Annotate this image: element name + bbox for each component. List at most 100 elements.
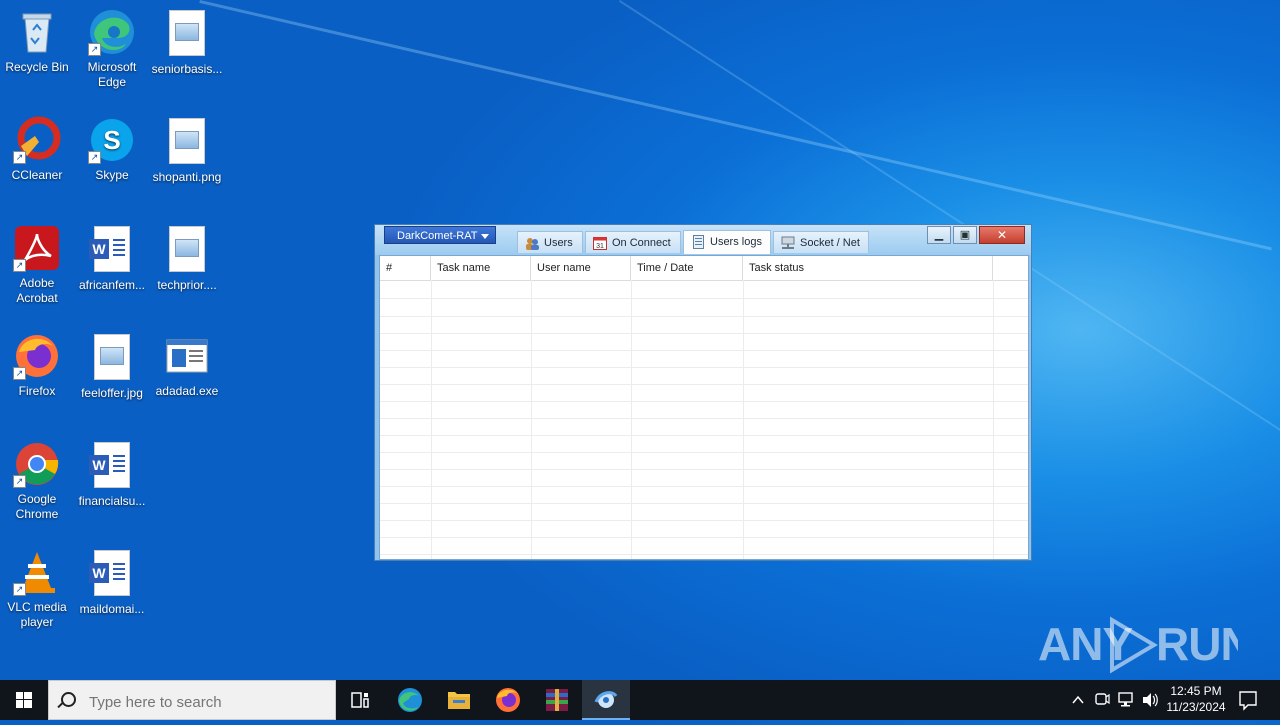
chrome-icon: ↗ xyxy=(13,440,61,488)
column-header-number[interactable]: # xyxy=(380,256,431,280)
desktop-icon-maildomai[interactable]: W maildomai... xyxy=(74,548,150,617)
minimize-button[interactable]: ▁ xyxy=(927,226,951,244)
action-center-button[interactable] xyxy=(1236,680,1260,720)
taskbar-edge[interactable] xyxy=(386,680,434,720)
shortcut-arrow-icon: ↗ xyxy=(13,151,26,164)
desktop-icon-label: CCleaner xyxy=(11,168,63,182)
tab-on-connect[interactable]: 31 On Connect xyxy=(585,231,681,253)
word-document-icon: W xyxy=(88,550,136,598)
table-row[interactable] xyxy=(380,316,1028,334)
desktop-icon-adadad-exe[interactable]: adadad.exe xyxy=(149,332,225,399)
users-logs-table[interactable]: # Task name User name Time / Date Task s… xyxy=(379,255,1029,560)
table-row[interactable] xyxy=(380,333,1028,351)
dropdown-label: DarkComet-RAT xyxy=(397,230,478,242)
shortcut-arrow-icon: ↗ xyxy=(13,259,26,272)
minimize-icon: ▁ xyxy=(934,229,944,241)
table-row[interactable] xyxy=(380,520,1028,538)
taskbar-firefox[interactable] xyxy=(484,680,532,720)
desktop-icon-google-chrome[interactable]: ↗ Google Chrome xyxy=(0,440,75,522)
column-header-user-name[interactable]: User name xyxy=(531,256,631,280)
edge-icon: ↗ xyxy=(88,8,136,56)
calendar-icon: 31 xyxy=(593,236,607,250)
acrobat-icon: ↗ xyxy=(13,224,61,272)
network-icon xyxy=(1118,692,1133,707)
search-input[interactable] xyxy=(87,690,331,714)
shortcut-arrow-icon: ↗ xyxy=(88,43,101,56)
table-row[interactable] xyxy=(380,299,1028,317)
table-row[interactable] xyxy=(380,537,1028,555)
table-row[interactable] xyxy=(380,503,1028,521)
taskbar-winrar[interactable] xyxy=(533,680,581,720)
desktop-icon-ccleaner[interactable]: ↗ CCleaner xyxy=(0,116,75,183)
desktop-icon-label: feeloffer.jpg xyxy=(81,386,143,400)
vlc-icon: ↗ xyxy=(13,548,61,596)
tray-meet-now[interactable] xyxy=(1092,680,1112,720)
table-row[interactable] xyxy=(380,384,1028,402)
tab-label: On Connect xyxy=(612,237,671,249)
taskbar-file-explorer[interactable] xyxy=(435,680,483,720)
desktop-icon-label: seniorbasis... xyxy=(151,62,223,76)
wallpaper-light-beam xyxy=(199,0,1272,251)
desktop-icon-label: shopanti.png xyxy=(152,170,222,184)
desktop-icon-feeloffer[interactable]: feeloffer.jpg xyxy=(74,332,150,401)
taskbar-search-box[interactable] xyxy=(48,680,336,720)
taskbar-darkcomet[interactable] xyxy=(582,680,630,720)
taskbar-clock[interactable]: 12:45 PM 11/23/2024 xyxy=(1160,683,1232,715)
table-row[interactable] xyxy=(380,435,1028,453)
tab-socket-net[interactable]: Socket / Net xyxy=(773,231,869,253)
table-row[interactable] xyxy=(380,469,1028,487)
maximize-button[interactable]: ▣ xyxy=(953,226,977,244)
desktop-icon-financialsu[interactable]: W financialsu... xyxy=(74,440,150,509)
shortcut-arrow-icon: ↗ xyxy=(13,583,26,596)
chevron-up-icon xyxy=(1072,695,1084,704)
desktop-icon-recycle-bin[interactable]: Recycle Bin xyxy=(0,8,75,75)
desktop-icon-label: Skype xyxy=(95,168,129,182)
desktop-icon-firefox[interactable]: ↗ Firefox xyxy=(0,332,75,399)
darkcomet-menu-dropdown[interactable]: DarkComet-RAT xyxy=(384,226,496,244)
windows-logo-icon xyxy=(16,692,32,708)
log-icon xyxy=(691,235,705,249)
table-row[interactable] xyxy=(380,367,1028,385)
tray-network[interactable] xyxy=(1116,680,1136,720)
show-hidden-icons-button[interactable] xyxy=(1068,680,1088,720)
recycle-bin-icon xyxy=(13,8,61,56)
tab-users[interactable]: Users xyxy=(517,231,583,253)
desktop-icon-africanfem[interactable]: W africanfem... xyxy=(74,224,150,293)
shortcut-arrow-icon: ↗ xyxy=(13,475,26,488)
table-row[interactable] xyxy=(380,401,1028,419)
desktop-icon-label: africanfem... xyxy=(78,278,146,292)
task-view-icon xyxy=(351,692,369,708)
task-view-button[interactable] xyxy=(336,680,384,720)
desktop-icon-shopanti[interactable]: shopanti.png xyxy=(149,116,225,185)
table-row[interactable] xyxy=(380,350,1028,368)
desktop-icon-vlc[interactable]: ↗ VLC media player xyxy=(0,548,75,630)
desktop-icon-techprior[interactable]: techprior.... xyxy=(149,224,225,293)
column-header-time-date[interactable]: Time / Date xyxy=(631,256,743,280)
edge-icon xyxy=(398,688,422,712)
table-row[interactable] xyxy=(380,281,1028,299)
table-row[interactable] xyxy=(380,418,1028,436)
close-button[interactable]: ✕ xyxy=(979,226,1025,244)
table-row[interactable] xyxy=(380,486,1028,504)
column-header-task-status[interactable]: Task status xyxy=(743,256,993,280)
desktop-icon-adobe-acrobat[interactable]: ↗ Adobe Acrobat xyxy=(0,224,75,306)
image-file-icon xyxy=(163,118,211,166)
table-row[interactable] xyxy=(380,452,1028,470)
desktop-icon-seniorbasis[interactable]: seniorbasis... xyxy=(149,8,225,77)
desktop-icon-microsoft-edge[interactable]: ↗ Microsoft Edge xyxy=(74,8,150,90)
desktop-icon-label: Recycle Bin xyxy=(5,60,69,74)
table-header: # Task name User name Time / Date Task s… xyxy=(380,256,1028,281)
tab-users-logs[interactable]: Users logs xyxy=(683,230,771,254)
clock-time: 12:45 PM xyxy=(1170,684,1222,698)
tray-volume[interactable] xyxy=(1140,680,1160,720)
darkcomet-icon xyxy=(594,691,618,708)
tab-label: Socket / Net xyxy=(800,237,860,249)
column-header-task-name[interactable]: Task name xyxy=(431,256,531,280)
maximize-icon: ▣ xyxy=(959,229,971,241)
firefox-icon: ↗ xyxy=(13,332,61,380)
desktop-icon-skype[interactable]: S ↗ Skype xyxy=(74,116,150,183)
close-icon: ✕ xyxy=(996,228,1008,242)
network-icon xyxy=(781,236,795,250)
start-button[interactable] xyxy=(0,680,48,720)
window-titlebar[interactable]: DarkComet-RAT Users 31 On Connect Users … xyxy=(375,225,1031,255)
